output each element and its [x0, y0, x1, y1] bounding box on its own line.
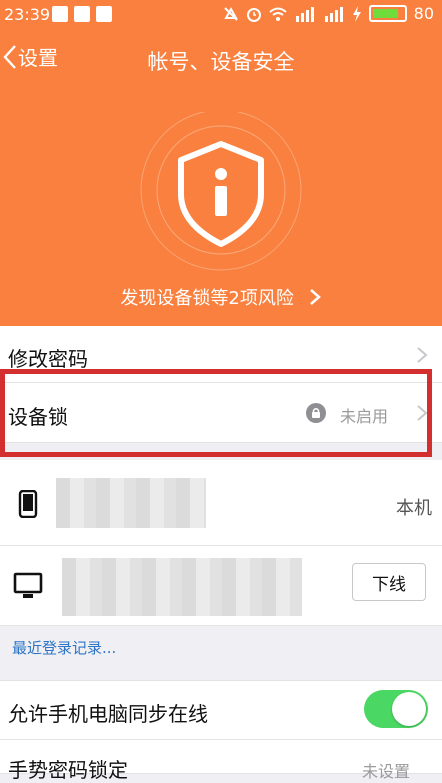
gesture-lock-status: 未设置 — [361, 762, 410, 781]
news-icon — [96, 6, 112, 22]
battery-icon — [368, 5, 407, 22]
nav-bar: 设置 帐号、设备安全 — [0, 38, 442, 78]
page-title: 帐号、设备安全 — [147, 50, 295, 74]
current-device-tag: 本机 — [396, 498, 432, 519]
signal-4g-icon — [324, 6, 343, 22]
sync-online-toggle[interactable] — [364, 690, 428, 728]
risk-text: 发现设备锁等2项风险 — [120, 288, 294, 309]
mail-icon — [74, 6, 90, 22]
gesture-lock-row[interactable]: 手势密码锁定 未设置 — [0, 740, 442, 782]
device-lock-status: 未启用 — [340, 407, 389, 426]
sync-online-label: 允许手机电脑同步在线 — [8, 702, 208, 726]
desktop-icon — [13, 572, 43, 598]
battery-level: 80 — [413, 4, 434, 23]
recent-login-link[interactable]: 最近登录记录... — [12, 637, 116, 658]
signal-icon — [295, 6, 314, 22]
change-password-label: 修改密码 — [8, 347, 88, 371]
chevron-right-icon — [417, 347, 428, 363]
chevron-right-icon — [417, 405, 428, 421]
device-name-redacted — [62, 558, 302, 616]
device-lock-row[interactable]: 设备锁 未启用 — [0, 383, 442, 443]
wifi-icon — [268, 7, 287, 21]
device-lock-label: 设备锁 — [8, 405, 68, 429]
alarm-icon — [246, 7, 261, 22]
chevron-right-icon — [309, 289, 321, 305]
phone-icon — [18, 490, 38, 518]
shield-info-icon — [140, 112, 302, 271]
status-bar: 23:39 80 — [0, 0, 442, 30]
system-icons: 80 — [223, 4, 434, 23]
device-row-current[interactable]: 本机 — [0, 460, 442, 546]
gesture-lock-label: 手势密码锁定 — [8, 758, 128, 782]
change-password-row[interactable]: 修改密码 — [0, 326, 442, 383]
charging-icon — [352, 5, 361, 22]
logout-button[interactable]: 下线 — [352, 563, 426, 601]
notification-icons — [52, 6, 112, 22]
device-name-redacted — [56, 478, 206, 528]
mute-icon — [223, 6, 238, 21]
status-time: 23:39 — [4, 5, 51, 24]
lock-icon — [306, 403, 326, 423]
upload-icon — [52, 6, 68, 22]
security-header: 23:39 80 设置 帐号、设备安全 发现设备锁等2项风险 — [0, 0, 442, 326]
risk-warning[interactable]: 发现设备锁等2项风险 — [0, 284, 442, 310]
